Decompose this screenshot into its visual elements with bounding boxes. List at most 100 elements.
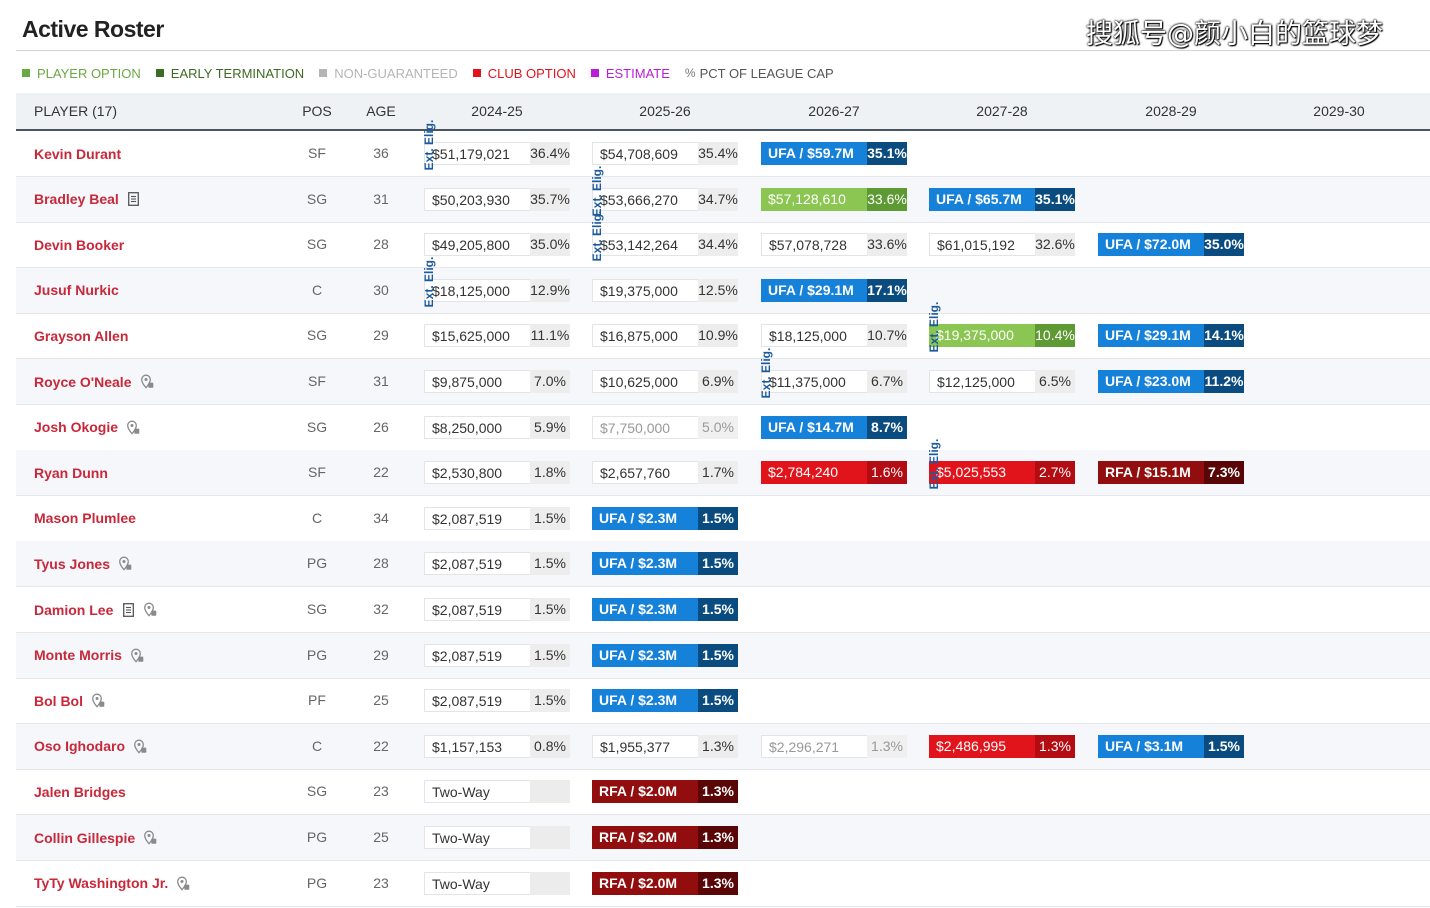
age-cell: 31 [373,190,389,207]
salary-cell[interactable]: UFA / $59.7M 35.1% [761,142,907,165]
salary-cell[interactable]: $2,087,519 1.5% [424,689,570,713]
salary-cell[interactable]: UFA / $14.7M 8.7% [761,415,907,439]
salary-cell[interactable]: RFA / $15.1M 7.3% [1098,461,1244,485]
salary-cell[interactable]: $19,375,000 12.5% [592,278,738,302]
player-name-link[interactable]: Tyus Jones [34,556,110,572]
salary-cell[interactable]: $7,750,000 5.0% [592,415,738,439]
salary-cell[interactable]: $2,087,519 1.5% [424,598,570,621]
column-header-player[interactable]: PLAYER (17) [34,93,117,129]
salary-cell[interactable]: UFA / $29.1M 14.1% [1098,324,1244,348]
cap-percent: 5.9% [530,415,570,439]
bird-rights-icon[interactable] [126,420,140,435]
column-header-season-6[interactable]: 2029-30 [1266,93,1412,129]
player-name-link[interactable]: Damion Lee [34,602,113,618]
salary-cell[interactable]: UFA / $72.0M 35.0% [1098,233,1244,257]
salary-cell[interactable]: $2,784,240 1.6% [761,461,907,485]
document-icon[interactable] [121,602,135,617]
salary-cell[interactable]: $49,205,800 35.0% [424,233,570,257]
salary-cell[interactable]: $15,625,000 11.1% [424,324,570,348]
document-icon[interactable] [127,192,141,207]
player-name-link[interactable]: Monte Morris [34,647,122,663]
salary-amount: $2,087,519 [424,643,530,667]
salary-cell[interactable]: $2,296,271 1.3% [761,734,907,758]
player-name-link[interactable]: TyTy Washington Jr. [34,875,168,891]
salary-cell[interactable]: UFA / $2.3M 1.5% [592,643,738,667]
legend-item: ESTIMATE [590,66,670,81]
bird-rights-icon[interactable] [130,648,144,663]
position-cell: SG [306,190,328,207]
salary-cell[interactable]: $2,657,760 1.7% [592,461,738,485]
salary-cell[interactable]: $53,666,270 34.7% [592,187,738,211]
salary-cell[interactable]: $18,125,000 10.7% [761,324,907,348]
salary-cell[interactable]: $16,875,000 10.9% [592,324,738,348]
salary-cell[interactable]: $1,157,153 0.8% [424,734,570,758]
salary-cell[interactable]: $18,125,000 12.9% [424,278,570,302]
salary-cell[interactable]: $2,530,800 1.8% [424,461,570,485]
age-cell: 23 [373,874,389,891]
salary-cell[interactable]: UFA / $2.3M 1.5% [592,506,738,530]
salary-cell[interactable]: RFA / $2.0M 1.3% [592,826,738,849]
player-name-link[interactable]: Collin Gillespie [34,830,135,846]
player-name-link[interactable]: Mason Plumlee [34,510,136,526]
player-name-link[interactable]: Oso Ighodaro [34,738,125,754]
salary-cell[interactable]: $1,955,377 1.3% [592,734,738,758]
column-header-season-3[interactable]: 2026-27 [761,93,907,129]
salary-cell[interactable]: $2,087,519 1.5% [424,552,570,576]
salary-cell[interactable]: $53,142,264 34.4% [592,233,738,257]
salary-cell[interactable]: $51,179,021 36.4% [424,142,570,165]
salary-cell[interactable]: $10,625,000 6.9% [592,370,738,393]
column-header-pos[interactable]: POS [292,93,342,129]
salary-cell[interactable]: Two-Way [424,780,570,804]
salary-cell[interactable]: $19,375,000 10.4% [929,324,1075,348]
salary-cell[interactable]: UFA / $2.3M 1.5% [592,689,738,713]
bird-rights-icon[interactable] [118,556,132,572]
bird-rights-icon[interactable] [133,739,147,754]
column-header-season-1[interactable]: 2024-25 [424,93,570,129]
salary-cell[interactable]: $2,486,995 1.3% [929,734,1075,758]
player-name-link[interactable]: Ryan Dunn [34,465,108,481]
salary-cell[interactable]: $8,250,000 5.9% [424,415,570,439]
salary-cell[interactable]: RFA / $2.0M 1.3% [592,780,738,804]
player-name-link[interactable]: Royce O'Neale [34,374,132,390]
player-name-link[interactable]: Bradley Beal [34,191,119,207]
salary-cell[interactable]: RFA / $2.0M 1.3% [592,871,738,895]
salary-cell[interactable]: UFA / $65.7M 35.1% [929,187,1075,211]
salary-cell[interactable]: $11,375,000 6.7% [761,370,907,393]
column-header-age[interactable]: AGE [356,93,406,129]
salary-cell[interactable]: $5,025,553 2.7% [929,461,1075,485]
salary-cell[interactable]: $9,875,000 7.0% [424,370,570,393]
bird-rights-icon[interactable] [140,374,154,389]
column-header-season-2[interactable]: 2025-26 [592,93,738,129]
salary-cell[interactable]: UFA / $3.1M 1.5% [1098,734,1244,758]
salary-cell[interactable]: UFA / $23.0M 11.2% [1098,370,1244,393]
player-name-link[interactable]: Grayson Allen [34,328,128,344]
player-name-link[interactable]: Josh Okogie [34,419,118,435]
player-name-link[interactable]: Jalen Bridges [34,784,126,800]
salary-cell[interactable]: $12,125,000 6.5% [929,370,1075,393]
salary-cell[interactable]: UFA / $2.3M 1.5% [592,552,738,576]
column-header-season-5[interactable]: 2028-29 [1098,93,1244,129]
salary-cell[interactable]: $57,128,610 33.6% [761,187,907,211]
age-cell: 28 [373,236,389,253]
player-name-link[interactable]: Bol Bol [34,693,83,709]
bird-rights-icon[interactable] [176,876,190,891]
salary-cell[interactable]: $50,203,930 35.7% [424,187,570,211]
salary-cell[interactable]: UFA / $2.3M 1.5% [592,598,738,621]
player-name-link[interactable]: Devin Booker [34,237,124,253]
bird-rights-icon[interactable] [143,830,157,845]
age-cell: 25 [373,692,389,709]
player-name-link[interactable]: Jusuf Nurkic [34,282,119,298]
bird-rights-icon[interactable] [91,693,105,708]
column-header-season-4[interactable]: 2027-28 [929,93,1075,129]
age-cell: 30 [373,281,389,298]
bird-rights-icon[interactable] [143,602,157,617]
salary-cell[interactable]: UFA / $29.1M 17.1% [761,278,907,302]
salary-cell[interactable]: $61,015,192 32.6% [929,233,1075,257]
player-name-link[interactable]: Kevin Durant [34,146,121,162]
salary-cell[interactable]: $2,087,519 1.5% [424,506,570,530]
salary-cell[interactable]: $54,708,609 35.4% [592,142,738,165]
salary-cell[interactable]: $2,087,519 1.5% [424,643,570,667]
salary-cell[interactable]: Two-Way [424,826,570,849]
salary-cell[interactable]: $57,078,728 33.6% [761,233,907,257]
salary-cell[interactable]: Two-Way [424,871,570,895]
